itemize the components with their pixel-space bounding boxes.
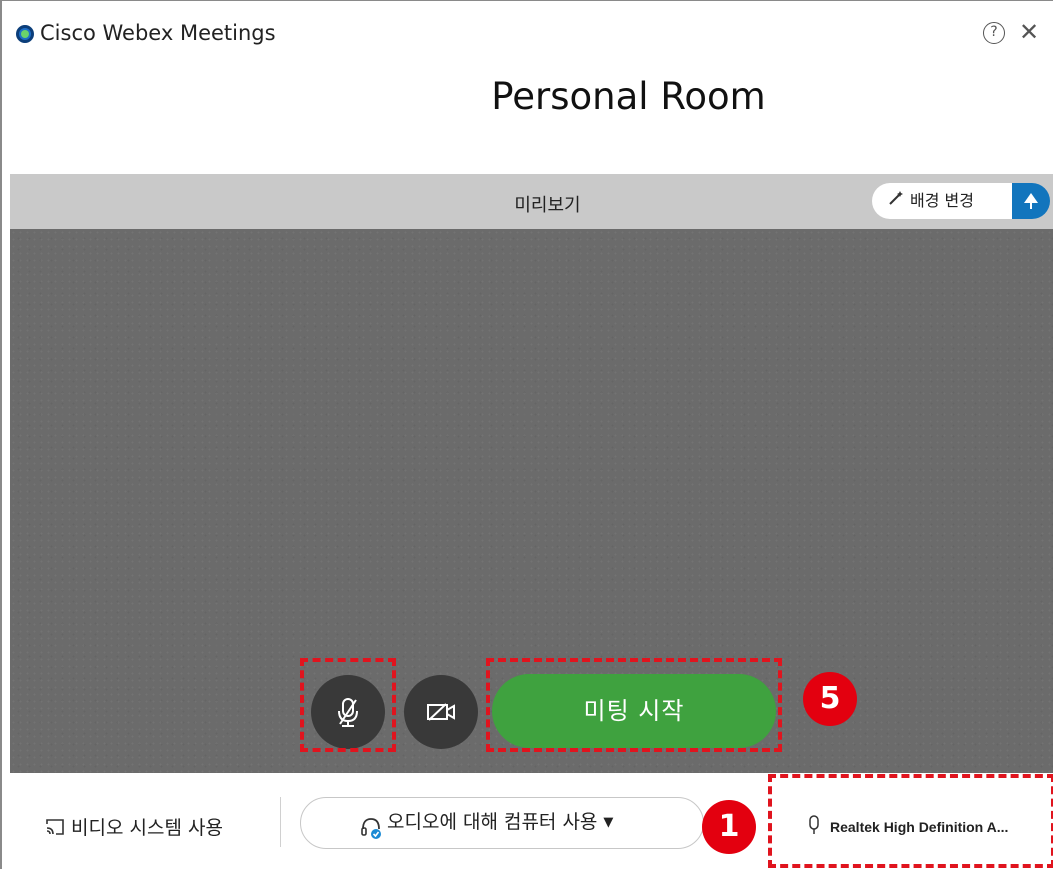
- video-system-label: 비디오 시스템 사용: [71, 817, 223, 839]
- change-background-label: 배경 변경: [910, 191, 974, 210]
- cast-icon: [45, 818, 65, 841]
- annotation-badge-1: 1: [702, 800, 756, 854]
- stop-video-button[interactable]: [404, 675, 478, 749]
- annotation-box-device: [768, 774, 1053, 868]
- camera-off-icon: [427, 703, 455, 721]
- page-title: Personal Room: [491, 75, 766, 118]
- change-background-button[interactable]: 배경 변경: [872, 183, 1020, 219]
- title-bar: Cisco Webex Meetings ? ✕: [2, 1, 1053, 65]
- divider: [280, 797, 281, 847]
- annotation-box-mic: [300, 658, 396, 752]
- audio-option-label: 오디오에 대해 컴퓨터 사용: [387, 811, 598, 833]
- magic-wand-icon: [888, 183, 904, 219]
- annotation-box-start: [486, 658, 782, 752]
- use-video-system-button[interactable]: 비디오 시스템 사용: [45, 813, 223, 841]
- app-title: Cisco Webex Meetings: [40, 21, 276, 45]
- webex-window: Cisco Webex Meetings ? ✕ Personal Room 미…: [0, 0, 1053, 869]
- tree-icon: [1024, 193, 1038, 209]
- help-icon[interactable]: ?: [983, 22, 1005, 44]
- headset-icon: [359, 810, 383, 859]
- annotation-badge-5: 5: [803, 672, 857, 726]
- close-icon[interactable]: ✕: [1019, 17, 1039, 47]
- audio-connection-dropdown[interactable]: 오디오에 대해 컴퓨터 사용 ▼: [300, 797, 704, 849]
- caret-down-icon: ▼: [603, 815, 614, 830]
- preview-header: 미리보기 배경 변경: [10, 174, 1053, 229]
- background-toggle-button[interactable]: [1012, 183, 1050, 219]
- webex-logo-icon: [16, 25, 34, 43]
